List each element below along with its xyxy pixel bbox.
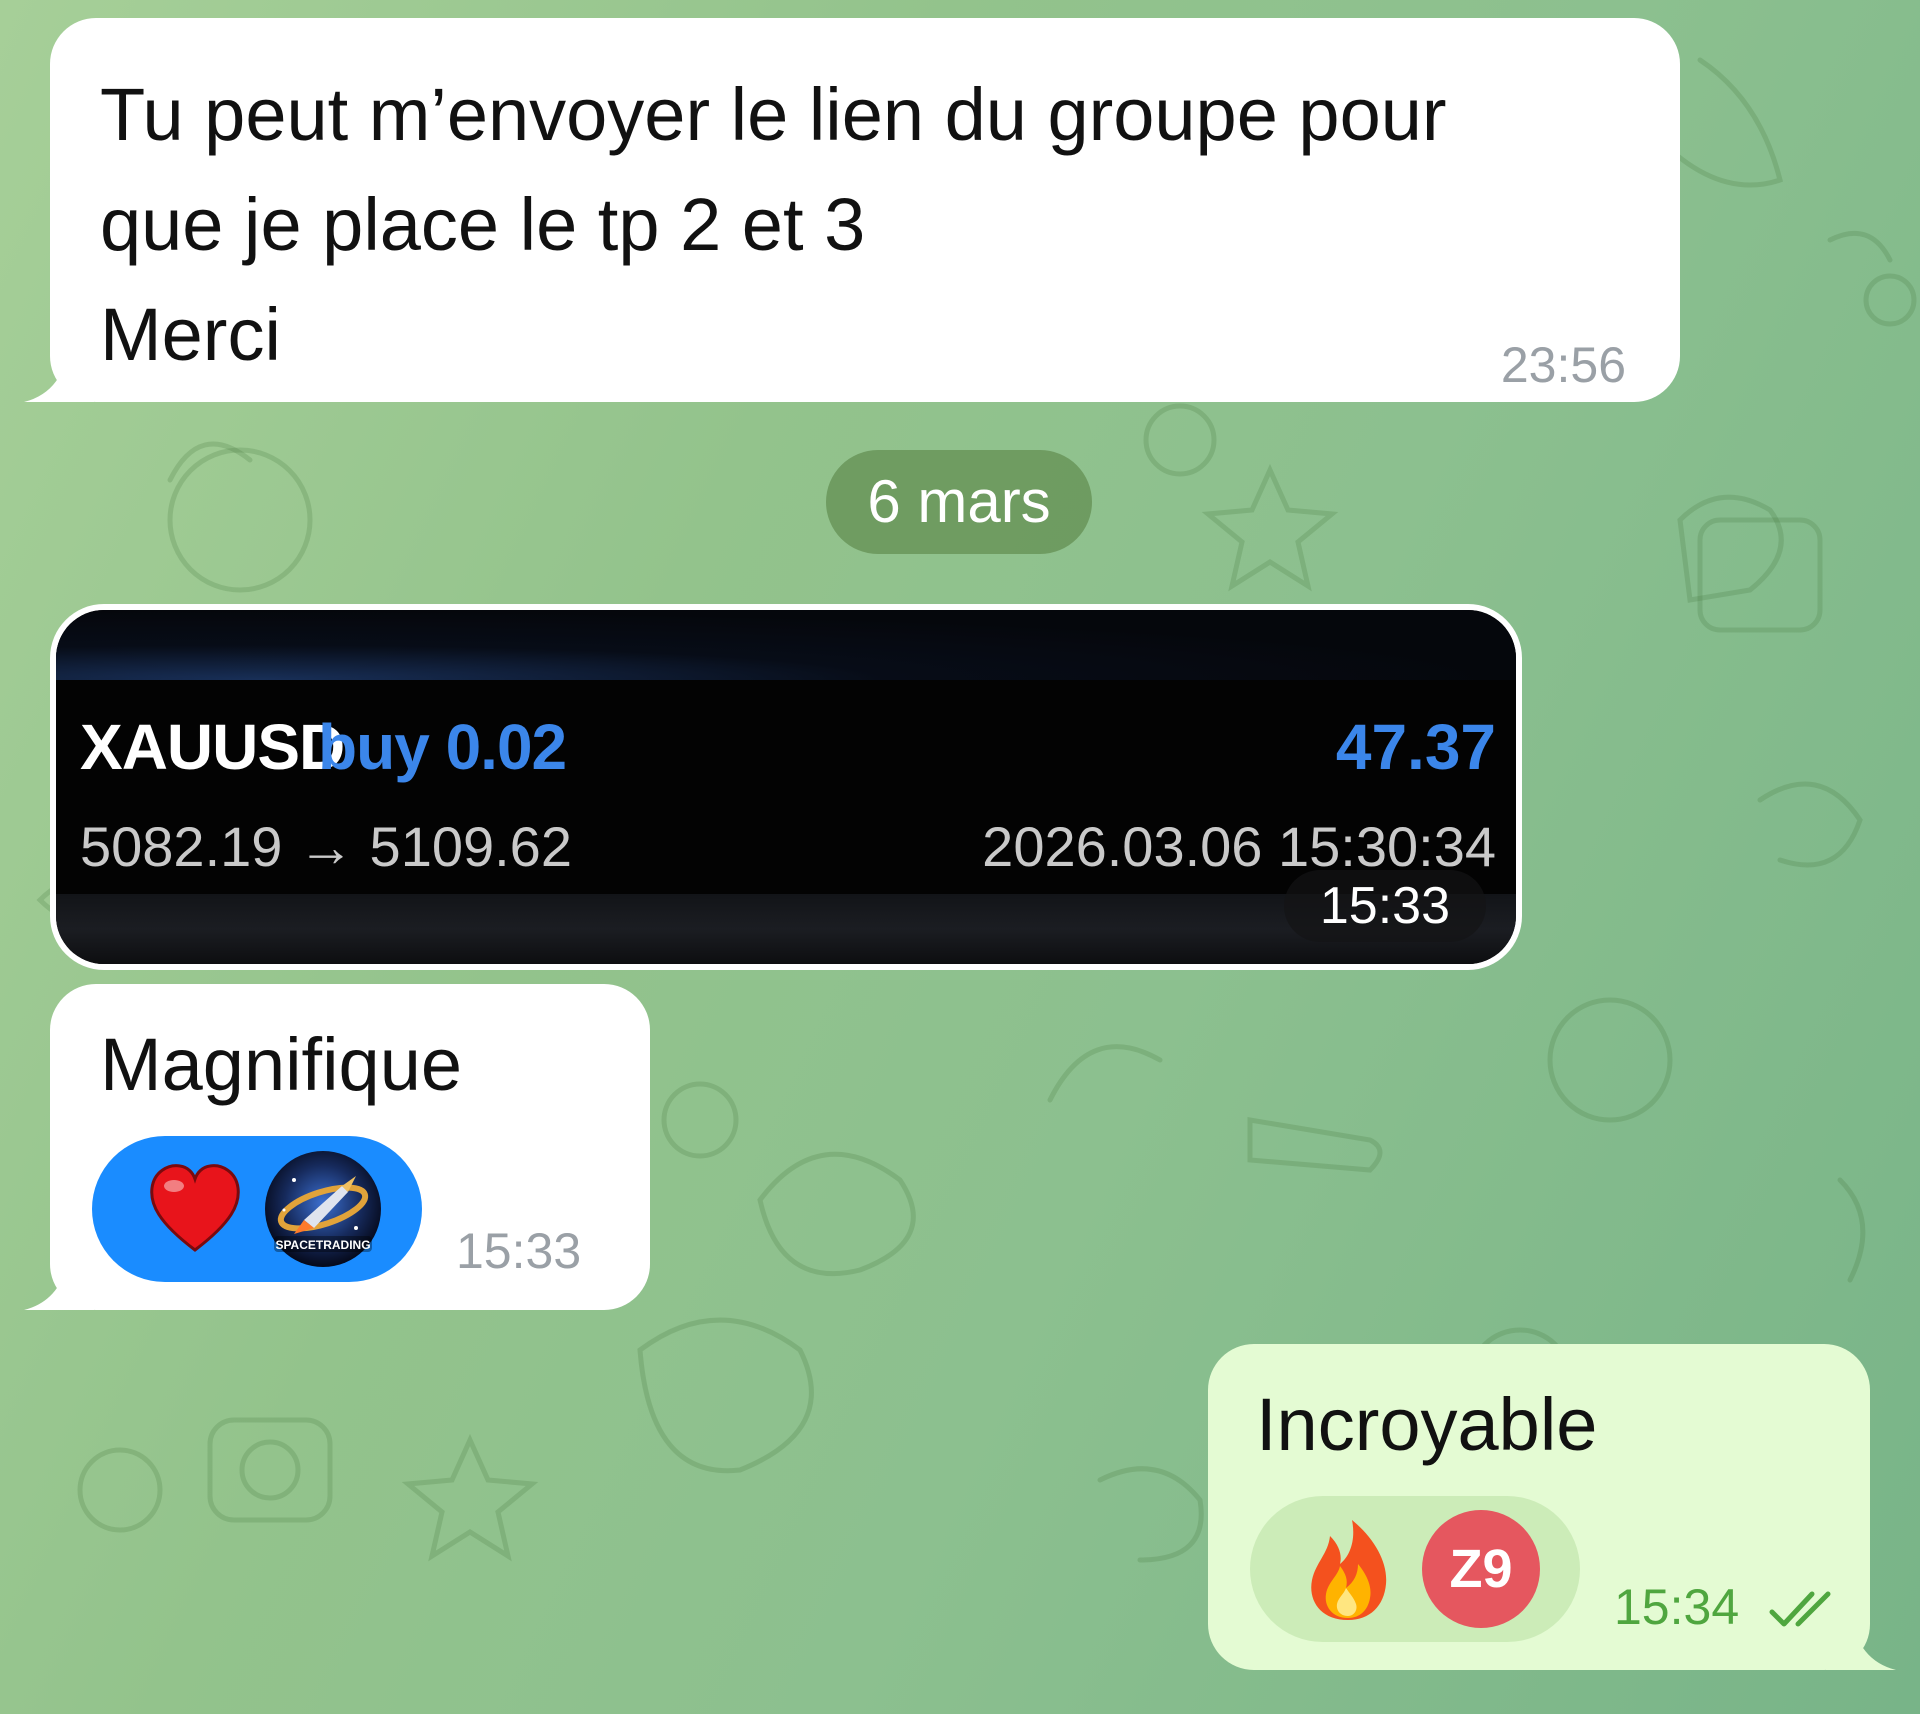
trade-direction-volume: buy 0.02 bbox=[318, 711, 567, 783]
trade-symbol: XAUUSD bbox=[80, 711, 345, 783]
message-time: 15:33 bbox=[456, 1223, 582, 1279]
fire-icon bbox=[1311, 1520, 1387, 1620]
message-time: 15:33 bbox=[1283, 870, 1486, 942]
heart-icon bbox=[150, 1164, 240, 1252]
message-time: 15:34 bbox=[1614, 1579, 1740, 1635]
message-text-line: Merci bbox=[100, 293, 281, 376]
photo-top-strip bbox=[56, 610, 1516, 680]
message-text-line: Tu peut m’envoyer le lien du groupe pour bbox=[100, 73, 1447, 156]
photo-message[interactable]: XAUUSD buy 0.02 47.37 5082.19 → 5109.62 … bbox=[50, 604, 1522, 970]
space-trading-avatar: SPACETRADING bbox=[265, 1151, 381, 1267]
trade-screenshot: XAUUSD buy 0.02 47.37 5082.19 → 5109.62 … bbox=[56, 610, 1516, 964]
reactor-avatar: Z9 bbox=[1422, 1510, 1540, 1628]
svg-text:SPACETRADING: SPACETRADING bbox=[275, 1238, 370, 1252]
message-time: 23:56 bbox=[1500, 337, 1626, 393]
reaction-chip-selected[interactable]: SPACETRADING bbox=[92, 1136, 422, 1282]
trade-profit: 47.37 bbox=[1335, 711, 1496, 783]
message-bubble-outgoing[interactable]: Incroyable Z9 15:34 bbox=[1208, 1344, 1870, 1670]
message-text: Incroyable bbox=[1256, 1383, 1598, 1466]
bubble-tail bbox=[24, 1250, 94, 1310]
message-bubble-incoming[interactable]: Magnifique SPACETRADING 15:33 bbox=[50, 984, 650, 1310]
trade-prices: 5082.19 → 5109.62 bbox=[80, 815, 572, 878]
message-bubble-incoming[interactable]: Tu peut m’envoyer le lien du groupe pour… bbox=[50, 18, 1680, 402]
message-text: Magnifique bbox=[100, 1023, 463, 1106]
bubble-tail bbox=[24, 342, 94, 402]
bubble-tail bbox=[1826, 1610, 1896, 1670]
date-separator: 6 mars bbox=[826, 450, 1092, 554]
reaction-chip[interactable]: Z9 bbox=[1250, 1496, 1580, 1642]
message-text-line: que je place le tp 2 et 3 bbox=[100, 183, 866, 266]
